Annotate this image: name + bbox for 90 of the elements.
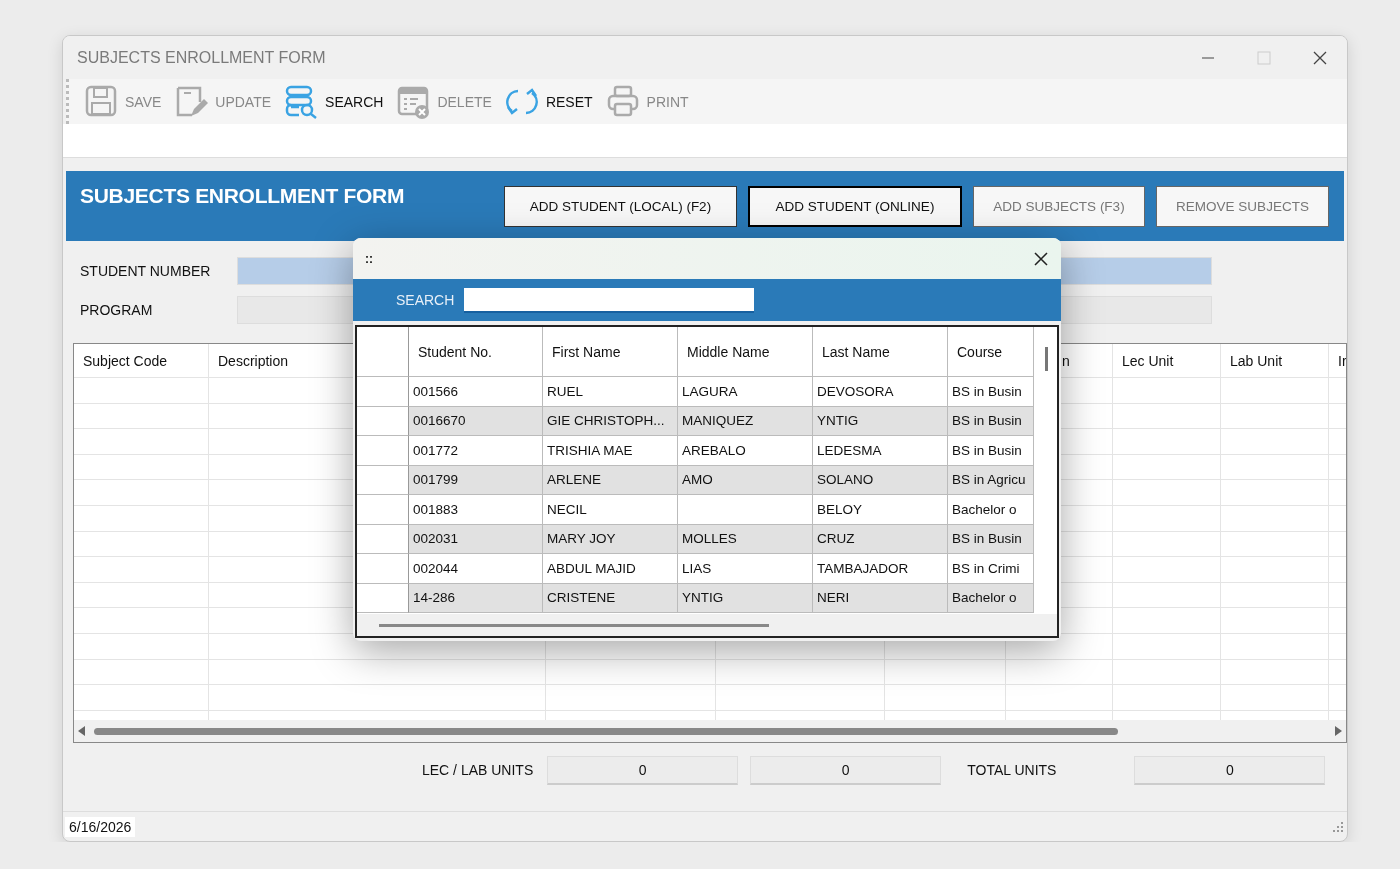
- table-cell: 0016670: [409, 406, 543, 436]
- units-field: 0: [1134, 755, 1326, 785]
- close-icon[interactable]: [1313, 50, 1327, 65]
- table-cell: BS in Crimi: [948, 554, 1034, 584]
- table-cell: LIAS: [678, 554, 813, 584]
- field-label: TOTAL UNITS: [967, 762, 1057, 778]
- table-cell: LAGURA: [678, 377, 813, 407]
- scrollbar[interactable]: [74, 720, 1346, 742]
- scrollbar-thumb[interactable]: [1045, 347, 1048, 371]
- table-cell: 001566: [409, 377, 543, 407]
- table-cell: NECIL: [543, 495, 678, 525]
- table-cell: BS in Agricu: [948, 465, 1034, 495]
- table-cell: BS in Busin: [948, 436, 1034, 466]
- table-cell: MARY JOY: [543, 524, 678, 554]
- table-cell: Bachelor o: [948, 583, 1034, 613]
- action-button[interactable]: ADD STUDENT (ONLINE): [748, 186, 962, 227]
- scrollbar[interactable]: [357, 614, 1057, 636]
- table-cell: Bachelor o: [948, 495, 1034, 525]
- column-header[interactable]: Middle Name: [678, 327, 813, 377]
- table-cell: TRISHIA MAE: [543, 436, 678, 466]
- close-icon[interactable]: [1033, 250, 1049, 267]
- units-field: 0: [547, 755, 739, 785]
- field-label: STUDENT NUMBER: [80, 263, 212, 279]
- table-cell: YNTIG: [678, 583, 813, 613]
- row-header[interactable]: [357, 436, 409, 466]
- column-header[interactable]: Description: [218, 352, 289, 369]
- scroll-left-arrow-icon[interactable]: [78, 726, 86, 736]
- table-cell: CRUZ: [813, 524, 948, 554]
- row-header[interactable]: [357, 465, 409, 495]
- toolbar-button[interactable]: RESET: [505, 84, 593, 119]
- document-pencil-icon: [175, 84, 209, 119]
- table-cell: 001772: [409, 436, 543, 466]
- table-cell: BS in Busin: [948, 377, 1034, 407]
- database-search-icon: [285, 84, 319, 119]
- table-cell: DEVOSORA: [813, 377, 948, 407]
- row-header[interactable]: [357, 583, 409, 613]
- row-header[interactable]: [357, 495, 409, 525]
- row-header[interactable]: [357, 377, 409, 407]
- table-cell: 002031: [409, 524, 543, 554]
- search-label: SEARCH: [396, 292, 455, 308]
- row-header[interactable]: [357, 406, 409, 436]
- units-field: 0: [750, 755, 942, 785]
- table-cell: BS in Busin: [948, 406, 1034, 436]
- row-header[interactable]: [357, 554, 409, 584]
- toolbar-button[interactable]: SEARCH: [285, 84, 384, 119]
- column-header[interactable]: Subject Code: [83, 352, 168, 369]
- table-cell: CRISTENE: [543, 583, 678, 613]
- floppy-icon: [85, 84, 118, 119]
- column-header[interactable]: Lec Unit: [1122, 352, 1174, 369]
- table-cell: MOLLES: [678, 524, 813, 554]
- table-cell: BELOY: [813, 495, 948, 525]
- column-header[interactable]: Last Name: [813, 327, 948, 377]
- field-label: LEC / LAB UNITS: [422, 762, 534, 778]
- column-header[interactable]: n: [1062, 352, 1070, 369]
- row-header[interactable]: [357, 524, 409, 554]
- table-cell: BS in Busin: [948, 524, 1034, 554]
- window-title: SUBJECTS ENROLLMENT FORM: [77, 48, 326, 67]
- action-button[interactable]: ADD STUDENT (LOCAL) (F2): [504, 186, 737, 227]
- table-cell: TAMBAJADOR: [813, 554, 948, 584]
- table-cell: GIE CHRISTOPH...: [543, 406, 678, 436]
- status-date: 6/16/2026: [65, 816, 136, 837]
- scrollbar-thumb[interactable]: [379, 624, 769, 627]
- table-cell: SOLANO: [813, 465, 948, 495]
- table-cell: ARLENE: [543, 465, 678, 495]
- column-header[interactable]: Course: [948, 327, 1034, 377]
- table-cell: NERI: [813, 583, 948, 613]
- form-heading: SUBJECTS ENROLLMENT FORM: [80, 184, 405, 208]
- column-header[interactable]: Ir: [1338, 352, 1346, 369]
- scroll-right-arrow-icon[interactable]: [1334, 726, 1342, 736]
- column-header[interactable]: Lab Unit: [1230, 352, 1283, 369]
- scrollbar-thumb[interactable]: [94, 727, 1118, 735]
- column-header[interactable]: First Name: [543, 327, 678, 377]
- printer-icon: [606, 84, 640, 119]
- column-header[interactable]: Student No.: [409, 327, 543, 377]
- table-cell: YNTIG: [813, 406, 948, 436]
- table-delete-icon: [397, 84, 431, 119]
- search-field[interactable]: [464, 287, 755, 313]
- table-cell: MANIQUEZ: [678, 406, 813, 436]
- field-label: PROGRAM: [80, 302, 154, 318]
- resize-grip-icon: [1332, 820, 1344, 833]
- table-cell: ABDUL MAJID: [543, 554, 678, 584]
- table-cell: RUEL: [543, 377, 678, 407]
- table-cell: 002044: [409, 554, 543, 584]
- table-cell: 001883: [409, 495, 543, 525]
- table-cell: 14-286: [409, 583, 543, 613]
- table-cell: LEDESMA: [813, 436, 948, 466]
- table-cell: 001799: [409, 465, 543, 495]
- table-cell: AREBALO: [678, 436, 813, 466]
- drag-handle[interactable]: ::: [365, 251, 373, 266]
- table-cell: AMO: [678, 465, 813, 495]
